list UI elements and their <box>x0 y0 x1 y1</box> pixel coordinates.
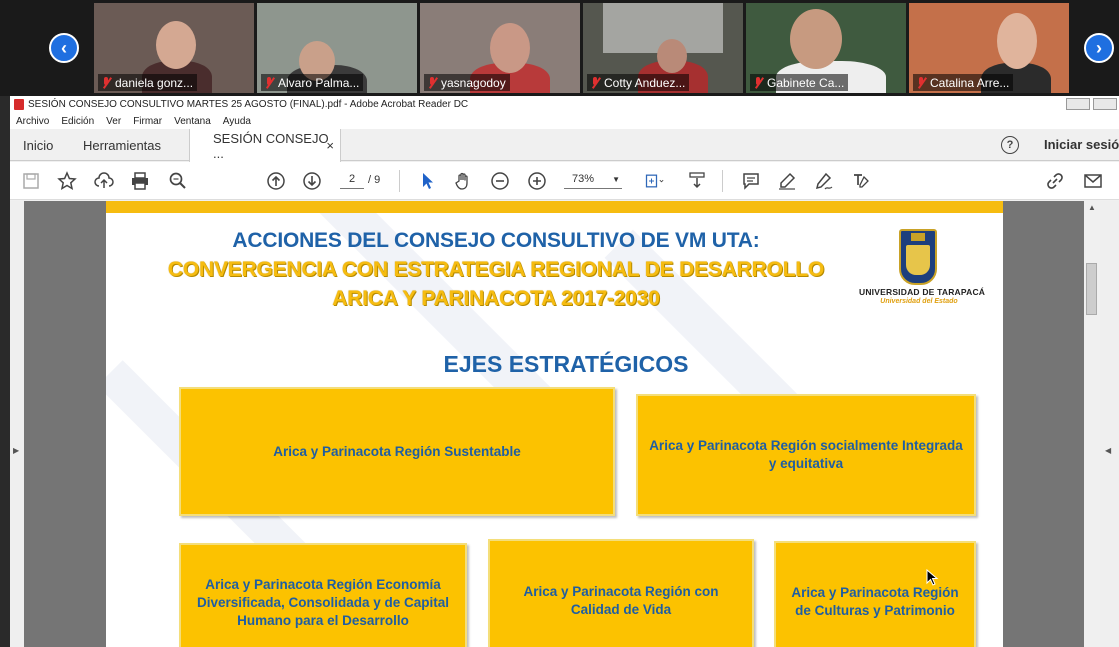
participant-tile[interactable]: Gabinete Ca... <box>746 3 906 93</box>
vertical-scrollbar[interactable]: ▲ <box>1084 201 1100 647</box>
slide-title-line2: CONVERGENCIA CON ESTRATEGIA REGIONAL DE … <box>167 258 825 281</box>
mic-muted-icon <box>753 77 763 89</box>
email-icon[interactable] <box>1082 170 1104 192</box>
scroll-up-arrow-icon[interactable]: ▲ <box>1088 203 1096 212</box>
next-page-icon[interactable] <box>301 170 323 192</box>
menu-ver[interactable]: Ver <box>106 116 121 127</box>
comment-icon[interactable] <box>740 170 762 192</box>
menu-bar: Archivo Edición Ver Firmar Ventana Ayuda <box>10 113 1119 129</box>
scroll-mode-icon[interactable] <box>686 170 708 192</box>
previous-page-icon[interactable] <box>265 170 287 192</box>
print-icon[interactable] <box>129 170 151 192</box>
chevron-down-icon: ▼ <box>612 175 620 184</box>
strategic-axis-box: Arica y Parinacota Región con Calidad de… <box>488 539 754 647</box>
mic-muted-icon <box>590 77 600 89</box>
tab-home[interactable]: Inicio <box>23 129 53 161</box>
toolbar-divider <box>399 170 400 192</box>
left-edge-strip <box>0 96 10 647</box>
slide-title-line3: ARICA Y PARINACOTA 2017-2030 <box>332 287 660 310</box>
participant-tile[interactable]: yasnagodoy <box>420 3 580 93</box>
share-link-icon[interactable] <box>1044 170 1066 192</box>
previous-participants-button[interactable]: ‹ <box>49 33 79 63</box>
mic-muted-icon <box>264 77 274 89</box>
mic-muted-icon <box>101 77 111 89</box>
scroll-thumb[interactable] <box>1086 263 1097 315</box>
mic-muted-icon <box>916 77 926 89</box>
menu-edicion[interactable]: Edición <box>61 116 94 127</box>
save-icon[interactable] <box>20 170 42 192</box>
bookmark-star-icon[interactable] <box>56 170 78 192</box>
minimize-button[interactable] <box>1066 98 1090 110</box>
document-area[interactable]: ▶ ◀ ACCIONES DEL CONSEJO CONSULTIVO DE V… <box>10 201 1119 647</box>
menu-archivo[interactable]: Archivo <box>16 116 49 127</box>
section-heading: EJES ESTRATÉGICOS <box>443 351 689 377</box>
participant-tile[interactable]: Alvaro Palma... <box>257 3 417 93</box>
next-participants-button[interactable]: › <box>1084 33 1114 63</box>
shield-icon <box>899 229 937 285</box>
zoom-out-icon[interactable] <box>489 170 511 192</box>
chevron-right-icon: ▶ <box>13 446 20 455</box>
participant-name-label: yasnagodoy <box>424 74 510 91</box>
participant-name-label: Cotty Anduez... <box>587 74 690 91</box>
strategic-axis-box: Arica y Parinacota Región socialmente In… <box>636 394 976 516</box>
zoom-in-icon[interactable] <box>526 170 548 192</box>
participant-name-label: Alvaro Palma... <box>261 74 364 91</box>
logo-name: UNIVERSIDAD DE TARAPACÁ <box>859 287 986 297</box>
participant-name-label: Gabinete Ca... <box>750 74 849 91</box>
toolbar-divider <box>722 170 723 192</box>
participant-tile[interactable]: daniela gonz... <box>94 3 254 93</box>
help-icon[interactable]: ? <box>1001 136 1019 154</box>
slide-title-line1: ACCIONES DEL CONSEJO CONSULTIVO DE VM UT… <box>232 229 760 252</box>
tab-bar: Inicio Herramientas SESIÓN CONSEJO ... ×… <box>10 129 1119 162</box>
tab-tools[interactable]: Herramientas <box>83 129 161 161</box>
page-total-label: / 9 <box>368 174 381 186</box>
upload-cloud-icon[interactable] <box>93 170 115 192</box>
signin-button[interactable]: Iniciar sesión <box>1044 137 1119 152</box>
restore-button[interactable] <box>1093 98 1117 110</box>
mic-muted-icon <box>427 77 437 89</box>
highlight-pen-icon[interactable] <box>776 170 798 192</box>
logo-subtitle: Universidad del Estado <box>880 298 958 305</box>
window-title: SESIÓN CONSEJO CONSULTIVO MARTES 25 AGOS… <box>28 99 469 110</box>
menu-firmar[interactable]: Firmar <box>133 116 162 127</box>
toolbar: 2 / 9 73% ▼ <box>10 162 1119 200</box>
zoom-level-select[interactable]: 73% ▼ <box>564 173 622 189</box>
hand-tool-icon[interactable] <box>452 170 474 192</box>
participant-name-label: Catalina Arre... <box>913 74 1014 91</box>
left-panel-toggle[interactable]: ▶ <box>10 201 24 647</box>
menu-ventana[interactable]: Ventana <box>174 116 211 127</box>
right-panel-toggle[interactable]: ◀ <box>1100 201 1119 647</box>
chevron-left-icon: ◀ <box>1105 446 1112 455</box>
page-top-band <box>106 201 1003 213</box>
participant-name-label: daniela gonz... <box>98 74 198 91</box>
pdf-app-icon <box>14 99 24 110</box>
participant-tile[interactable]: Cotty Anduez... <box>583 3 743 93</box>
pdf-page: ACCIONES DEL CONSEJO CONSULTIVO DE VM UT… <box>106 201 1003 647</box>
strategic-axis-box: Arica y Parinacota Región Sustentable <box>179 387 615 516</box>
tab-document[interactable]: SESIÓN CONSEJO ... × <box>189 129 341 162</box>
edit-text-icon[interactable] <box>850 170 872 192</box>
participant-tile[interactable]: Catalina Arre... <box>909 3 1069 93</box>
page-fit-icon[interactable] <box>640 170 668 192</box>
strategic-axis-box: Arica y Parinacota Región Economía Diver… <box>179 543 467 647</box>
select-cursor-icon[interactable] <box>416 170 438 192</box>
tab-close-icon[interactable]: × <box>326 138 334 153</box>
university-logo: UNIVERSIDAD DE TARAPACÁ Universidad del … <box>859 227 986 317</box>
draw-pen-icon[interactable] <box>813 170 835 192</box>
video-strip: ‹ daniela gonz... Alvaro Palma... yasnag… <box>0 0 1119 96</box>
zoom-search-icon[interactable] <box>167 170 189 192</box>
menu-ayuda[interactable]: Ayuda <box>223 116 251 127</box>
window-titlebar: SESIÓN CONSEJO CONSULTIVO MARTES 25 AGOS… <box>10 96 1119 113</box>
mouse-cursor-icon <box>926 569 939 586</box>
strategic-axis-box: Arica y Parinacota Región de Culturas y … <box>774 541 976 647</box>
page-number-input[interactable]: 2 <box>340 173 364 189</box>
acrobat-window: SESIÓN CONSEJO CONSULTIVO MARTES 25 AGOS… <box>10 96 1119 647</box>
